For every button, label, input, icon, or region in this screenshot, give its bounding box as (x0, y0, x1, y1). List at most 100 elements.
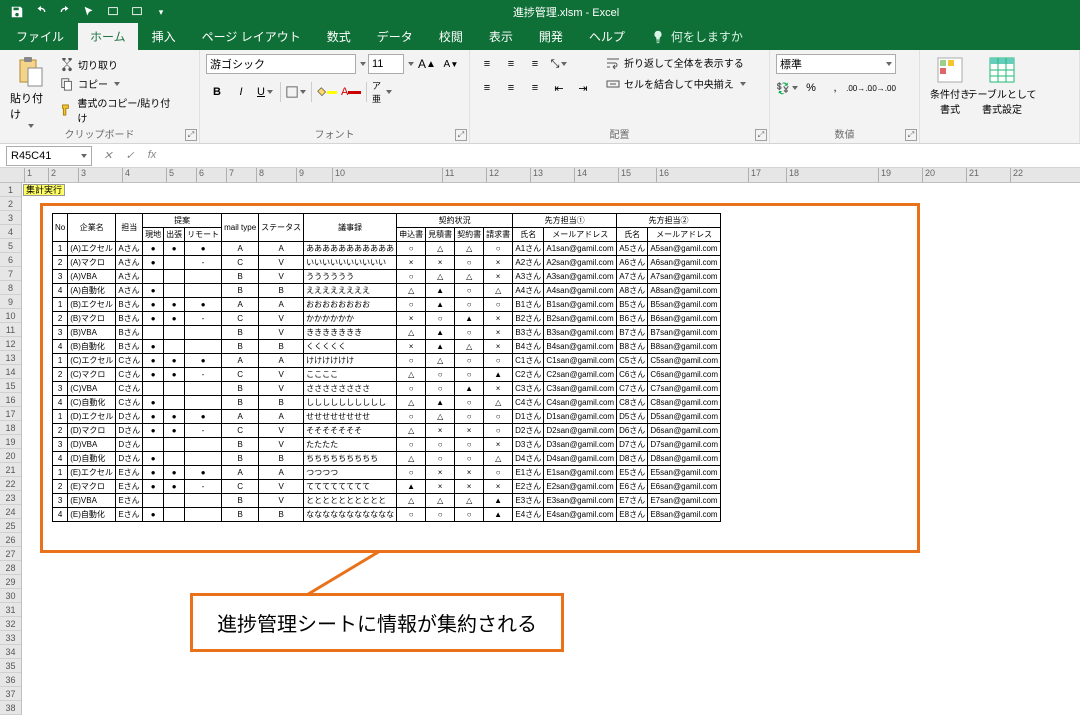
table-cell[interactable]: C (222, 368, 259, 382)
table-cell[interactable]: C (222, 424, 259, 438)
table-cell[interactable]: V (259, 382, 304, 396)
table-cell[interactable]: △ (455, 242, 484, 256)
table-cell[interactable]: ○ (455, 354, 484, 368)
table-cell[interactable]: (D)自動化 (68, 452, 116, 466)
table-cell[interactable]: ○ (455, 396, 484, 410)
table-cell[interactable]: E7san@gamil.com (648, 494, 721, 508)
row-header[interactable]: 27 (0, 547, 21, 561)
table-cell[interactable]: × (484, 312, 513, 326)
table-cell[interactable]: A (222, 354, 259, 368)
table-cell[interactable]: V (259, 326, 304, 340)
table-cell[interactable]: B1さん (513, 298, 544, 312)
table-cell[interactable]: B (222, 494, 259, 508)
row-header[interactable]: 34 (0, 645, 21, 659)
table-cell[interactable]: C1さん (513, 354, 544, 368)
table-cell[interactable]: ○ (455, 452, 484, 466)
row-header[interactable]: 15 (0, 379, 21, 393)
table-cell[interactable]: ● (164, 298, 185, 312)
table-cell[interactable]: ● (143, 424, 164, 438)
table-cell[interactable]: C2さん (513, 368, 544, 382)
row-header[interactable]: 33 (0, 631, 21, 645)
table-cell[interactable]: (D)エクセル (68, 410, 116, 424)
row-header[interactable]: 32 (0, 617, 21, 631)
number-dialog-launcher[interactable]: ⤢ (905, 129, 917, 141)
table-header-cell[interactable]: ステータス (259, 214, 304, 242)
table-cell[interactable]: ● (185, 298, 222, 312)
table-cell[interactable]: 2 (53, 480, 68, 494)
table-header-cell[interactable]: 先方担当② (617, 214, 721, 228)
table-cell[interactable]: (A)エクセル (68, 242, 116, 256)
table-cell[interactable]: V (259, 494, 304, 508)
table-cell[interactable]: (D)マクロ (68, 424, 116, 438)
table-cell[interactable]: - (185, 256, 222, 270)
table-cell[interactable]: B8san@gamil.com (648, 340, 721, 354)
table-cell[interactable]: E7さん (617, 494, 648, 508)
table-cell[interactable]: あああああああああああ (304, 242, 397, 256)
table-cell[interactable]: V (259, 270, 304, 284)
table-cell[interactable] (143, 438, 164, 452)
table-cell[interactable]: たたたた (304, 438, 397, 452)
table-cell[interactable]: E3san@gamil.com (544, 494, 617, 508)
column-header[interactable]: 6 (196, 168, 226, 182)
table-header-cell[interactable]: 氏名 (617, 228, 648, 242)
table-cell[interactable]: A3さん (513, 270, 544, 284)
table-cell[interactable]: (E)自動化 (68, 508, 116, 522)
table-header-cell[interactable]: No (53, 214, 68, 242)
table-cell[interactable]: ● (164, 242, 185, 256)
table-cell[interactable]: (B)マクロ (68, 312, 116, 326)
table-cell[interactable]: ○ (397, 382, 426, 396)
decrease-indent-button[interactable]: ⇤ (548, 78, 570, 98)
table-cell[interactable]: △ (426, 354, 455, 368)
wrap-text-button[interactable]: 折り返して全体を表示する (604, 54, 764, 71)
table-cell[interactable]: B8さん (617, 340, 648, 354)
table-cell[interactable] (164, 284, 185, 298)
table-cell[interactable]: △ (484, 452, 513, 466)
table-cell[interactable] (164, 508, 185, 522)
table-cell[interactable] (143, 270, 164, 284)
row-header[interactable]: 19 (0, 435, 21, 449)
table-cell[interactable]: A3san@gamil.com (544, 270, 617, 284)
table-cell[interactable]: A8san@gamil.com (648, 284, 721, 298)
table-cell[interactable]: C5san@gamil.com (648, 354, 721, 368)
tab-help[interactable]: ヘルプ (577, 23, 637, 50)
italic-button[interactable]: I (230, 82, 252, 102)
row-header[interactable]: 24 (0, 505, 21, 519)
table-cell[interactable]: A4san@gamil.com (544, 284, 617, 298)
table-cell[interactable]: ▲ (397, 480, 426, 494)
table-cell[interactable]: ● (164, 424, 185, 438)
table-header-cell[interactable]: 提案 (143, 214, 222, 228)
table-cell[interactable]: A7san@gamil.com (648, 270, 721, 284)
table-cell[interactable]: Cさん (116, 382, 143, 396)
table-cell[interactable] (164, 270, 185, 284)
tab-pagelayout[interactable]: ページ レイアウト (190, 23, 313, 50)
copy-button[interactable]: コピー (58, 75, 178, 92)
table-cell[interactable]: D6さん (617, 424, 648, 438)
table-cell[interactable]: ● (143, 452, 164, 466)
font-color-button[interactable]: A (340, 82, 362, 102)
table-cell[interactable]: 2 (53, 424, 68, 438)
table-cell[interactable]: Eさん (116, 466, 143, 480)
table-cell[interactable]: △ (397, 452, 426, 466)
table-header-cell[interactable]: 請求書 (484, 228, 513, 242)
font-name-input[interactable] (206, 54, 356, 74)
table-cell[interactable]: B (222, 382, 259, 396)
column-header[interactable]: 14 (574, 168, 618, 182)
table-cell[interactable]: B (222, 326, 259, 340)
table-cell[interactable] (164, 452, 185, 466)
font-size-input[interactable] (368, 54, 404, 74)
table-cell[interactable]: ● (185, 410, 222, 424)
table-cell[interactable]: 2 (53, 368, 68, 382)
table-cell[interactable]: - (185, 480, 222, 494)
table-cell[interactable]: Bさん (116, 298, 143, 312)
format-as-table-button[interactable]: テーブルとして 書式設定 (978, 54, 1026, 118)
table-cell[interactable]: 3 (53, 326, 68, 340)
table-cell[interactable]: D4san@gamil.com (544, 452, 617, 466)
align-bottom-button[interactable]: ≡ (524, 54, 546, 74)
qat-undo-button[interactable] (30, 1, 52, 23)
table-cell[interactable]: B (222, 340, 259, 354)
table-cell[interactable]: E5さん (617, 466, 648, 480)
table-cell[interactable]: ▲ (426, 298, 455, 312)
table-cell[interactable]: Cさん (116, 354, 143, 368)
table-cell[interactable]: D5さん (617, 410, 648, 424)
table-cell[interactable]: B (222, 270, 259, 284)
